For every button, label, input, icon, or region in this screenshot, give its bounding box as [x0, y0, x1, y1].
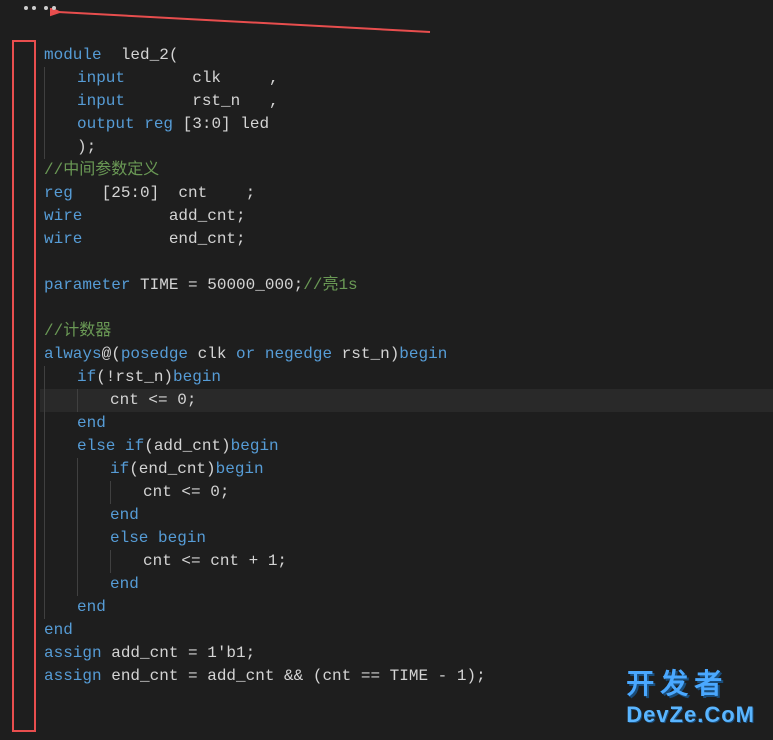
code-line[interactable]: cnt <= cnt + 1;	[40, 550, 773, 573]
code-line[interactable]: cnt <= 0;	[40, 389, 773, 412]
code-line[interactable]: if(end_cnt)begin	[40, 458, 773, 481]
code-line[interactable]: end	[40, 504, 773, 527]
code-line[interactable]: end	[40, 619, 773, 642]
code-line[interactable]: else if(add_cnt)begin	[40, 435, 773, 458]
breakpoint-margin[interactable]	[24, 6, 56, 10]
watermark-text-2: DevZe.CoM	[626, 702, 755, 728]
code-line[interactable]: end	[40, 596, 773, 619]
code-line[interactable]: else begin	[40, 527, 773, 550]
code-line[interactable]: );	[40, 136, 773, 159]
code-line[interactable]: //中间参数定义	[40, 159, 773, 182]
code-line[interactable]: input rst_n ,	[40, 90, 773, 113]
annotation-rectangle	[12, 40, 36, 732]
code-line[interactable]: always@(posedge clk or negedge rst_n)beg…	[40, 343, 773, 366]
code-line[interactable]	[40, 251, 773, 274]
code-line[interactable]	[40, 297, 773, 320]
code-line[interactable]: module led_2(	[40, 44, 773, 67]
code-line[interactable]: end	[40, 412, 773, 435]
code-line[interactable]: input clk ,	[40, 67, 773, 90]
code-editor[interactable]: module led_2(input clk ,input rst_n ,out…	[0, 0, 773, 688]
watermark-text-1: 开发者	[626, 662, 755, 702]
watermark: 开发者 DevZe.CoM	[626, 662, 755, 728]
code-line[interactable]: end	[40, 573, 773, 596]
code-line[interactable]: cnt <= 0;	[40, 481, 773, 504]
code-content[interactable]: module led_2(input clk ,input rst_n ,out…	[40, 8, 773, 688]
code-line[interactable]: parameter TIME = 50000_000;//亮1s	[40, 274, 773, 297]
code-line[interactable]: output reg [3:0] led	[40, 113, 773, 136]
code-line[interactable]: if(!rst_n)begin	[40, 366, 773, 389]
code-line[interactable]: //计数器	[40, 320, 773, 343]
code-line[interactable]: reg [25:0] cnt ;	[40, 182, 773, 205]
annotation-arrow	[50, 8, 450, 38]
code-line[interactable]: wire add_cnt;	[40, 205, 773, 228]
code-line[interactable]: wire end_cnt;	[40, 228, 773, 251]
